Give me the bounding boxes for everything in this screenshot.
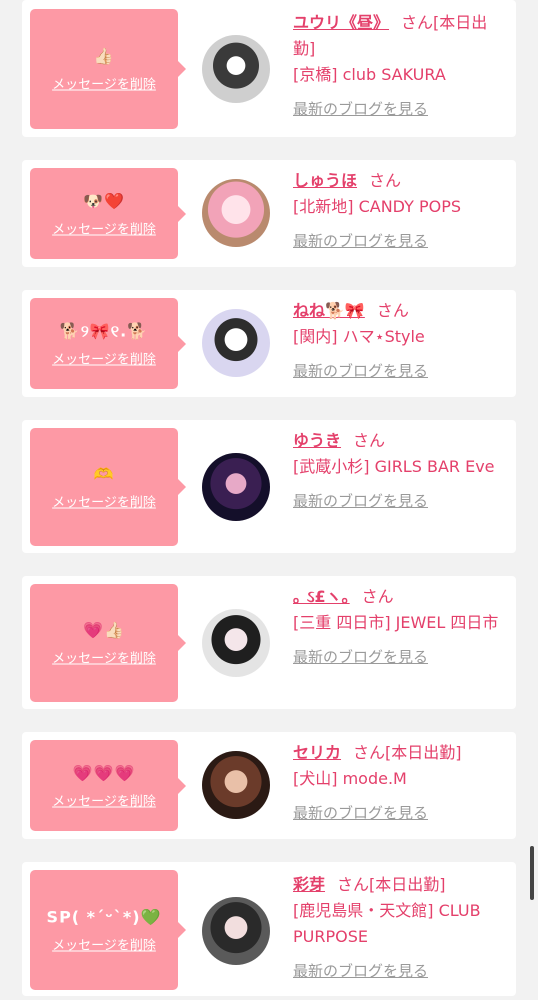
blog-link[interactable]: 最新のブログを見る	[293, 228, 507, 254]
avatar[interactable]	[202, 609, 270, 677]
message-bubble: SP( *´ᵕ`*)💚 メッセージを削除	[30, 870, 186, 990]
message-text: 🐶❤️	[83, 191, 125, 210]
delete-message-link[interactable]: メッセージを削除	[52, 935, 156, 954]
delete-message-link[interactable]: メッセージを削除	[52, 492, 156, 511]
cast-name-link[interactable]: ねね🐕🎀	[293, 301, 365, 320]
shop-name: [北新地] CANDY POPS	[293, 197, 462, 216]
message-text: 🐕୨🎀୧.🐕	[59, 321, 149, 340]
message-text: 👍🏻	[93, 46, 115, 66]
list-item: 💗👍🏻 メッセージを削除 ｡ ઽ£ヽ｡ さん [三重 四日市] JEWEL 四日市…	[22, 576, 516, 709]
scrollbar-thumb[interactable]	[530, 846, 534, 900]
san-label: さん	[369, 171, 402, 190]
message-text: 🫶	[93, 464, 115, 484]
blog-link[interactable]: 最新のブログを見る	[293, 958, 507, 984]
message-bubble: 💗👍🏻 メッセージを削除	[30, 584, 186, 702]
list-item: SP( *´ᵕ`*)💚 メッセージを削除 彩芽 さん[本日出勤] [鹿児島県・天文…	[22, 862, 516, 996]
cast-name-link[interactable]: ゆうき	[293, 431, 341, 450]
status-badge: [本日出勤]	[369, 875, 446, 894]
blog-link[interactable]: 最新のブログを見る	[293, 96, 507, 122]
message-text: SP( *´ᵕ`*)💚	[46, 907, 162, 927]
blog-link[interactable]: 最新のブログを見る	[293, 358, 507, 384]
san-label: さん	[361, 587, 394, 606]
name-line: ｡ ઽ£ヽ｡ さん	[293, 584, 507, 610]
shop-name: [関内] ハマ⋆Style	[293, 327, 425, 346]
avatar[interactable]	[202, 179, 270, 247]
cast-info: ｡ ઽ£ヽ｡ さん [三重 四日市] JEWEL 四日市 最新のブログを見る	[293, 584, 507, 670]
list-item: 👍🏻 メッセージを削除 ユウリ《昼》 さん[本日出勤] [京橋] club SAK…	[22, 0, 516, 137]
cast-name-link[interactable]: ユウリ《昼》	[293, 13, 389, 32]
cast-info: 彩芽 さん[本日出勤] [鹿児島県・天文館] CLUB PURPOSE 最新のブロ…	[293, 872, 507, 984]
avatar[interactable]	[202, 453, 270, 521]
blog-link[interactable]: 最新のブログを見る	[293, 644, 507, 670]
message-bubble: 💗💗💗 メッセージを削除	[30, 740, 186, 831]
san-label: さん	[337, 875, 370, 894]
cast-name-link[interactable]: 彩芽	[293, 875, 325, 894]
avatar[interactable]	[202, 35, 270, 103]
name-line: ゆうき さん	[293, 428, 507, 454]
list-item: 💗💗💗 メッセージを削除 セリカ さん[本日出勤] [犬山] mode.M 最新の…	[22, 732, 516, 839]
delete-message-link[interactable]: メッセージを削除	[52, 648, 156, 667]
message-bubble: 🐕୨🎀୧.🐕 メッセージを削除	[30, 298, 186, 389]
avatar[interactable]	[202, 751, 270, 819]
list-item: 🫶 メッセージを削除 ゆうき さん [武蔵小杉] GIRLS BAR Eve 最新…	[22, 420, 516, 553]
message-bubble: 👍🏻 メッセージを削除	[30, 9, 186, 129]
san-label: さん	[401, 13, 434, 32]
delete-message-link[interactable]: メッセージを削除	[52, 218, 156, 237]
cast-info: ゆうき さん [武蔵小杉] GIRLS BAR Eve 最新のブログを見る	[293, 428, 507, 514]
cast-info: ユウリ《昼》 さん[本日出勤] [京橋] club SAKURA 最新のブログを見…	[293, 10, 507, 122]
cast-name-link[interactable]: ｡ ઽ£ヽ｡	[293, 587, 350, 606]
cast-info: ねね🐕🎀 さん [関内] ハマ⋆Style 最新のブログを見る	[293, 298, 507, 384]
cast-name-link[interactable]: セリカ	[293, 743, 341, 762]
list-item: 🐶❤️ メッセージを削除 しゅうほ さん [北新地] CANDY POPS 最新の…	[22, 160, 516, 267]
cast-info: しゅうほ さん [北新地] CANDY POPS 最新のブログを見る	[293, 168, 507, 254]
delete-message-link[interactable]: メッセージを削除	[52, 348, 156, 367]
avatar[interactable]	[202, 309, 270, 377]
name-line: ねね🐕🎀 さん	[293, 298, 507, 324]
message-bubble: 🫶 メッセージを削除	[30, 428, 186, 546]
avatar[interactable]	[202, 897, 270, 965]
shop-name: [京橋] club SAKURA	[293, 65, 446, 84]
san-label: さん	[353, 743, 386, 762]
message-text: 💗👍🏻	[83, 620, 125, 640]
shop-name: [武蔵小杉] GIRLS BAR Eve	[293, 457, 495, 476]
name-line: しゅうほ さん	[293, 168, 507, 194]
list-item: 🐕୨🎀୧.🐕 メッセージを削除 ねね🐕🎀 さん [関内] ハマ⋆Style 最新の…	[22, 290, 516, 397]
shop-name: [三重 四日市] JEWEL 四日市	[293, 613, 499, 632]
status-badge: [本日出勤]	[385, 743, 462, 762]
shop-name: [鹿児島県・天文館] CLUB PURPOSE	[293, 901, 481, 946]
cast-info: セリカ さん[本日出勤] [犬山] mode.M 最新のブログを見る	[293, 740, 507, 826]
blog-link[interactable]: 最新のブログを見る	[293, 800, 507, 826]
message-text: 💗💗💗	[72, 763, 136, 782]
shop-name: [犬山] mode.M	[293, 769, 407, 788]
delete-message-link[interactable]: メッセージを削除	[52, 74, 156, 93]
message-bubble: 🐶❤️ メッセージを削除	[30, 168, 186, 259]
name-line: セリカ さん[本日出勤]	[293, 740, 507, 766]
delete-message-link[interactable]: メッセージを削除	[52, 790, 156, 809]
san-label: さん	[376, 301, 409, 320]
name-line: 彩芽 さん[本日出勤]	[293, 872, 507, 898]
san-label: さん	[353, 431, 386, 450]
name-line: ユウリ《昼》 さん[本日出勤]	[293, 10, 507, 62]
blog-link[interactable]: 最新のブログを見る	[293, 488, 507, 514]
cast-name-link[interactable]: しゅうほ	[293, 171, 357, 190]
